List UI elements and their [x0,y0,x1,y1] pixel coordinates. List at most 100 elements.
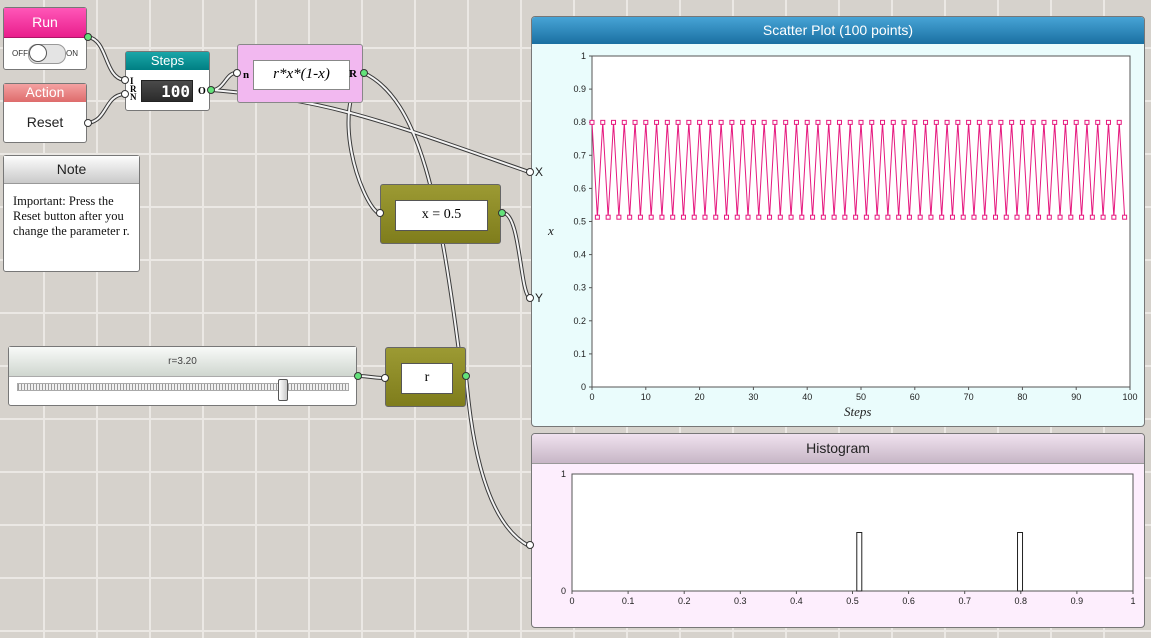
slider-thumb[interactable] [278,379,288,401]
steps-input-r-port[interactable] [121,90,129,98]
formula-node[interactable]: n r*x*(1-x) R [237,44,363,103]
scatter-point [912,119,918,125]
scatter-point [1068,214,1074,220]
scatter-point [1025,214,1031,220]
scatter-y-tick-label: 1 [581,51,586,61]
histogram-x-tick-label: 0.6 [902,596,915,606]
scatter-point [756,214,762,220]
scatter-y-tick-label: 0.7 [573,150,586,160]
scatter-point [1041,119,1047,125]
scatter-point [664,119,670,125]
scatter-x-tick-label: 30 [748,392,758,402]
initial-x-output-port[interactable] [498,209,506,217]
scatter-point [670,214,676,220]
scatter-point [885,214,891,220]
slider-output-port[interactable] [354,372,362,380]
slider-track[interactable] [17,383,349,391]
scatter-input-y-port[interactable] [526,294,534,302]
run-node[interactable]: Run OFF ON [3,7,87,70]
scatter-point [928,214,934,220]
scatter-point [1062,119,1068,125]
scatter-point [1003,214,1009,220]
scatter-x-tick-label: 50 [856,392,866,402]
scatter-point [734,214,740,220]
scatter-point [783,119,789,125]
histogram-chart: 0 1 0 0.1 0.2 0.3 0.4 0.5 0.6 0.7 0.8 0.9 1 [561,469,1136,606]
r-output-port[interactable] [462,372,470,380]
scatter-point [853,214,859,220]
run-output-port[interactable] [84,33,92,41]
steps-node[interactable]: Steps I R N 100 O [125,51,210,111]
scatter-x-tick-label: 80 [1017,392,1027,402]
histogram-x-tick-label: 0.4 [790,596,803,606]
initial-x-input-port[interactable] [376,209,384,217]
scatter-point [901,119,907,125]
scatter-x-tick-label: 90 [1071,392,1081,402]
scatter-point [745,214,751,220]
r-slider-node[interactable]: r=3.20 [8,346,357,406]
scatter-x-tick-label: 10 [641,392,651,402]
scatter-point [1089,214,1095,220]
scatter-point [1057,214,1063,220]
scatter-point [654,119,660,125]
histogram-x-tick-label: 0.8 [1015,596,1028,606]
scatter-x-tick-label: 0 [589,392,594,402]
scatter-chart: 00.10.20.30.40.50.60.70.80.910 10 20 30 40 50… [573,51,1137,402]
scatter-port-label-y: Y [535,291,544,305]
scatter-point [976,119,982,125]
scatter-point [955,119,961,125]
scatter-point [793,119,799,125]
formula-output-port[interactable] [360,69,368,77]
scatter-point [713,214,719,220]
scatter-point [815,119,821,125]
initial-x-node[interactable]: x = 0.5 [380,184,501,244]
steps-input-i-port[interactable] [121,76,129,84]
r-parameter-label[interactable]: r [401,363,453,394]
histogram-input-port[interactable] [526,541,534,549]
scatter-point [767,214,773,220]
scatter-point [637,214,643,220]
run-toggle[interactable] [28,44,66,64]
scatter-point [702,214,708,220]
histogram-plot-area [571,473,1134,592]
action-node[interactable]: Action Reset [3,83,87,143]
scatter-point [831,214,837,220]
scatter-point [847,119,853,125]
steps-title: Steps [126,52,209,70]
scatter-input-x-port[interactable] [526,168,534,176]
formula-expression[interactable]: r*x*(1-x) [253,60,350,90]
initial-x-value[interactable]: x = 0.5 [395,200,488,231]
scatter-point [1073,119,1079,125]
scatter-point [1100,214,1106,220]
r-input-port[interactable] [381,374,389,382]
scatter-point [675,119,681,125]
scatter-point [971,214,977,220]
steps-output-port[interactable] [207,86,215,94]
histogram-x-tick-label: 0 [569,596,574,606]
port-label-o: O [198,86,206,97]
steps-value-display[interactable]: 100 [141,80,193,102]
scatter-point [621,119,627,125]
action-output-port[interactable] [84,119,92,127]
scatter-y-tick-label: 0.9 [573,84,586,94]
scatter-point [874,214,880,220]
scatter-x-tick-label: 20 [695,392,705,402]
toggle-knob[interactable] [29,44,47,62]
scatter-point [632,119,638,125]
scatter-point [939,214,945,220]
formula-input-port[interactable] [233,69,241,77]
formula-port-label-r: R [349,68,357,80]
scatter-point [659,214,665,220]
scatter-point [1019,119,1025,125]
scatter-point [1111,214,1117,220]
histogram-x-tick-label: 0.7 [958,596,971,606]
scatter-point [1095,119,1101,125]
scatter-plot-area [591,55,1131,388]
r-parameter-node[interactable]: r [385,347,466,407]
scatter-point [594,214,600,220]
scatter-x-axis-label: Steps [844,404,872,419]
scatter-point [826,119,832,125]
scatter-point [707,119,713,125]
reset-button[interactable]: Reset [4,106,86,138]
scatter-y-tick-label: 0.6 [573,183,586,193]
